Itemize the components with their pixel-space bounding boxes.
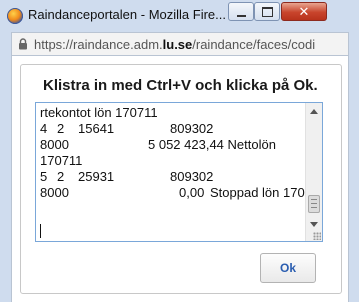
textarea-text: 5 052 423,44 Nettolön bbox=[148, 137, 276, 152]
textarea-text: 2 bbox=[57, 121, 65, 136]
maximize-icon bbox=[261, 6, 273, 17]
textarea-scrollbar[interactable] bbox=[305, 103, 322, 241]
resize-grip-icon[interactable] bbox=[313, 232, 321, 240]
textarea-text: 170711 bbox=[40, 153, 83, 168]
textarea-line: 8000 5 052 423,44 Nettolön bbox=[40, 137, 305, 153]
textarea-text: 25931 bbox=[78, 169, 115, 184]
textarea-line: rtekontot lön 170711 bbox=[40, 105, 305, 121]
textarea-text: 8000 bbox=[40, 185, 69, 200]
url-domain: lu.se bbox=[162, 37, 193, 52]
text-caret bbox=[40, 224, 41, 238]
close-button[interactable]: ✕ bbox=[281, 2, 327, 21]
maximize-button[interactable] bbox=[254, 2, 280, 21]
textarea-line: 4 2 15641 809302 bbox=[40, 121, 305, 137]
textarea-text: rtekontot lön 170711 bbox=[40, 105, 158, 120]
lock-icon bbox=[19, 38, 27, 50]
textarea-text: 809302 bbox=[170, 121, 214, 136]
url-prefix: https://raindance.adm. bbox=[34, 37, 163, 52]
ok-button[interactable]: Ok bbox=[260, 253, 316, 283]
textarea-content: rtekontot lön 170711 4 2 15641 809302 80… bbox=[40, 105, 322, 201]
textarea-line: 5 2 25931 809302 bbox=[40, 169, 305, 185]
textarea-text: 0,00 bbox=[179, 185, 205, 200]
textarea-text: 2 bbox=[57, 169, 65, 184]
paste-dialog: Klistra in med Ctrl+V och klicka på Ok. … bbox=[20, 64, 342, 294]
window-title: Raindanceportalen - Mozilla Fire... bbox=[28, 7, 226, 22]
title-bar[interactable]: Raindanceportalen - Mozilla Fire... ✕ bbox=[0, 0, 359, 30]
minimize-icon bbox=[236, 14, 246, 17]
close-icon: ✕ bbox=[298, 4, 310, 19]
scroll-up-arrow-icon[interactable] bbox=[310, 109, 318, 114]
textarea-text: 4 bbox=[40, 121, 48, 136]
textarea-text: 8000 bbox=[40, 137, 69, 152]
scroll-down-arrow-icon[interactable] bbox=[310, 222, 318, 227]
dialog-title: Klistra in med Ctrl+V och klicka på Ok. bbox=[43, 77, 318, 94]
minimize-button[interactable] bbox=[228, 2, 254, 21]
textarea-text: 15641 bbox=[78, 121, 115, 136]
paste-textarea[interactable]: rtekontot lön 170711 4 2 15641 809302 80… bbox=[35, 102, 323, 242]
firefox-icon bbox=[7, 8, 23, 24]
textarea-text: 809302 bbox=[170, 169, 214, 184]
url-text: https://raindance.adm.lu.se/raindance/fa… bbox=[34, 37, 315, 52]
textarea-line: 170711 bbox=[40, 153, 305, 169]
textarea-text: 5 bbox=[40, 169, 48, 184]
scrollbar-thumb[interactable] bbox=[308, 195, 320, 213]
textarea-line: 8000 0,00 Stoppad lön 170711 bbox=[40, 185, 322, 201]
url-bar[interactable]: https://raindance.adm.lu.se/raindance/fa… bbox=[11, 32, 349, 56]
url-suffix: /raindance/faces/codi bbox=[192, 37, 316, 52]
page-content: Klistra in med Ctrl+V och klicka på Ok. … bbox=[11, 56, 349, 302]
browser-window: Raindanceportalen - Mozilla Fire... ✕ ht… bbox=[0, 0, 359, 302]
